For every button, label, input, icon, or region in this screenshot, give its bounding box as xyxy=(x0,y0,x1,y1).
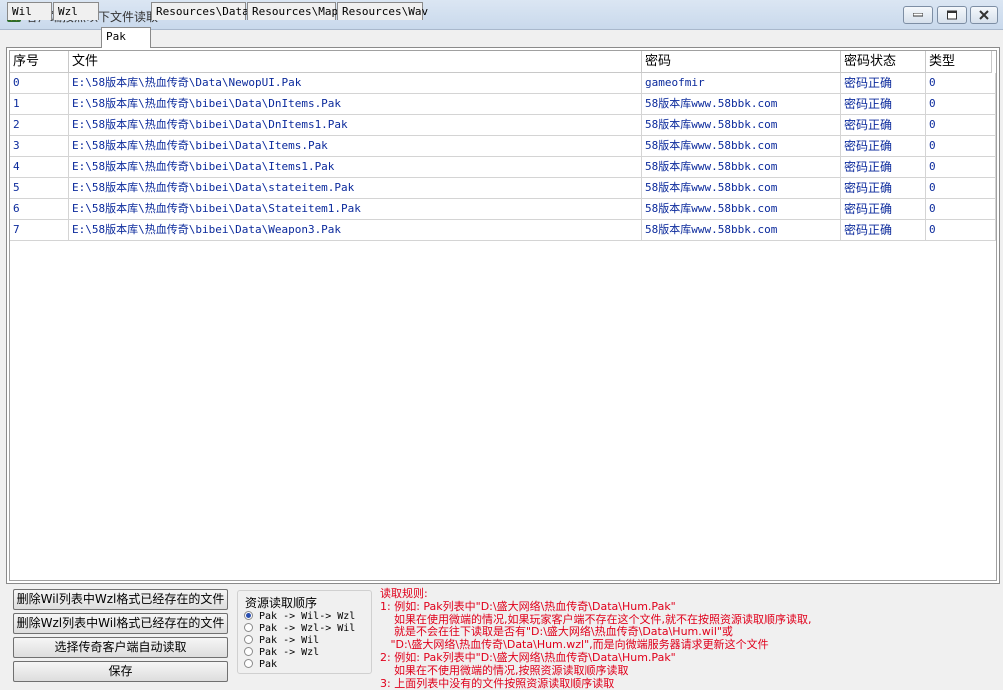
cell-type: 0 xyxy=(926,136,996,157)
cell-status: 密码正确 xyxy=(841,73,926,94)
read-order-title: 资源读取顺序 xyxy=(243,594,320,611)
radio-label: Pak -> Wzl-> Wil xyxy=(259,623,356,634)
tab-wil[interactable]: Wil xyxy=(7,2,52,20)
column-header-index[interactable]: 序号 xyxy=(10,51,69,73)
cell-file: E:\58版本库\热血传奇\Data\NewopUI.Pak xyxy=(69,73,642,94)
rule-line: 1: 例如: Pak列表中"D:\盛大网络\热血传奇\Data\Hum.Pak" xyxy=(380,599,676,613)
cell-index: 1 xyxy=(10,94,69,115)
cell-index: 0 xyxy=(10,73,69,94)
column-header-status[interactable]: 密码状态 xyxy=(841,51,926,73)
cell-file: E:\58版本库\热血传奇\bibei\Data\Items.Pak xyxy=(69,136,642,157)
column-header-password[interactable]: 密码 xyxy=(642,51,841,73)
read-order-radio[interactable]: Pak -> Wil xyxy=(244,635,319,647)
table-row[interactable]: 2 E:\58版本库\热血传奇\bibei\Data\DnItems1.Pak 58… xyxy=(10,115,996,136)
maximize-button[interactable] xyxy=(937,6,967,24)
auto-read-client-button[interactable]: 选择传奇客户端自动读取 xyxy=(13,637,228,658)
cell-index: 2 xyxy=(10,115,69,136)
cell-status: 密码正确 xyxy=(841,157,926,178)
table-row[interactable]: 4 E:\58版本库\热血传奇\bibei\Data\Items1.Pak 58版本… xyxy=(10,157,996,178)
cell-type: 0 xyxy=(926,73,996,94)
cell-index: 6 xyxy=(10,199,69,220)
read-order-radio[interactable]: Pak -> Wzl xyxy=(244,647,319,659)
cell-status: 密码正确 xyxy=(841,220,926,241)
cell-type: 0 xyxy=(926,178,996,199)
table-row[interactable]: 5 E:\58版本库\热血传奇\bibei\Data\stateitem.Pak 5… xyxy=(10,178,996,199)
radio-button-icon[interactable] xyxy=(244,635,253,644)
cell-type: 0 xyxy=(926,199,996,220)
radio-button-icon[interactable] xyxy=(244,659,253,668)
cell-file: E:\58版本库\热血传奇\bibei\Data\DnItems.Pak xyxy=(69,94,642,115)
cell-type: 0 xyxy=(926,94,996,115)
cell-status: 密码正确 xyxy=(841,115,926,136)
cell-password: 58版本库www.58bbk.com xyxy=(642,136,841,157)
tab-panel: 序号 文件 密码 密码状态 类型 0 E:\58版本库\热血传奇\Data\New… xyxy=(6,47,1000,584)
cell-status: 密码正确 xyxy=(841,136,926,157)
rule-line: 如果在不使用微端的情况,按照资源读取顺序读取 xyxy=(380,663,629,677)
cell-password: 58版本库www.58bbk.com xyxy=(642,94,841,115)
tab-pak[interactable]: Pak xyxy=(101,27,151,48)
save-button[interactable]: 保存 xyxy=(13,661,228,682)
cell-index: 5 xyxy=(10,178,69,199)
read-order-radio[interactable]: Pak xyxy=(244,659,277,671)
table-row[interactable]: 3 E:\58版本库\热血传奇\bibei\Data\Items.Pak 58版本库… xyxy=(10,136,996,157)
radio-label: Pak -> Wzl xyxy=(259,647,320,658)
table-row[interactable]: 6 E:\58版本库\热血传奇\bibei\Data\Stateitem1.Pak… xyxy=(10,199,996,220)
cell-file: E:\58版本库\热血传奇\bibei\Data\Weapon3.Pak xyxy=(69,220,642,241)
delete-wil-in-wzl-button[interactable]: 删除Wzl列表中Wil格式已经存在的文件 xyxy=(13,613,228,634)
cell-password: 58版本库www.58bbk.com xyxy=(642,178,841,199)
cell-index: 4 xyxy=(10,157,69,178)
cell-type: 0 xyxy=(926,220,996,241)
cell-file: E:\58版本库\热血传奇\bibei\Data\Items1.Pak xyxy=(69,157,642,178)
tab-resources-wav[interactable]: Resources\Wav xyxy=(337,2,428,20)
minimize-icon xyxy=(913,13,923,17)
minimize-button[interactable] xyxy=(903,6,933,24)
radio-button-icon[interactable] xyxy=(244,611,253,620)
table-row[interactable]: 0 E:\58版本库\热血传奇\Data\NewopUI.Pak gameofmir… xyxy=(10,73,996,94)
radio-label: Pak -> Wil-> Wzl xyxy=(259,611,356,622)
tab-resources-data[interactable]: Resources\Data xyxy=(151,2,249,20)
rule-line: 2: 例如: Pak列表中"D:\盛大网络\热血传奇\Data\Hum.Pak" xyxy=(380,650,676,664)
radio-button-icon[interactable] xyxy=(244,647,253,656)
maximize-icon xyxy=(947,10,957,20)
tab-wzl[interactable]: Wzl xyxy=(53,2,99,20)
read-order-radio[interactable]: Pak -> Wzl-> Wil xyxy=(244,623,355,635)
rule-line: 读取规则: xyxy=(380,587,428,600)
cell-password: 58版本库www.58bbk.com xyxy=(642,157,841,178)
file-list[interactable]: 序号 文件 密码 密码状态 类型 0 E:\58版本库\热血传奇\Data\New… xyxy=(9,50,997,581)
cell-type: 0 xyxy=(926,115,996,136)
cell-index: 7 xyxy=(10,220,69,241)
close-icon xyxy=(979,10,989,20)
cell-status: 密码正确 xyxy=(841,94,926,115)
cell-password: 58版本库www.58bbk.com xyxy=(642,220,841,241)
cell-password: 58版本库www.58bbk.com xyxy=(642,199,841,220)
tab-resources-map[interactable]: Resources\Map xyxy=(247,2,338,20)
cell-file: E:\58版本库\热血传奇\bibei\Data\DnItems1.Pak xyxy=(69,115,642,136)
table-row[interactable]: 1 E:\58版本库\热血传奇\bibei\Data\DnItems.Pak 58版… xyxy=(10,94,996,115)
cell-password: 58版本库www.58bbk.com xyxy=(642,115,841,136)
delete-wzl-in-wil-button[interactable]: 删除Wil列表中Wzl格式已经存在的文件 xyxy=(13,589,228,610)
cell-type: 0 xyxy=(926,157,996,178)
cell-status: 密码正确 xyxy=(841,178,926,199)
cell-password: gameofmir xyxy=(642,73,841,94)
column-header-type[interactable]: 类型 xyxy=(926,51,992,73)
radio-label: Pak -> Wil xyxy=(259,635,320,646)
cell-file: E:\58版本库\热血传奇\bibei\Data\Stateitem1.Pak xyxy=(69,199,642,220)
read-order-radio[interactable]: Pak -> Wil-> Wzl xyxy=(244,611,355,623)
column-header-file[interactable]: 文件 xyxy=(69,51,642,73)
read-rules-text: 读取规则: 1: 例如: Pak列表中"D:\盛大网络\热血传奇\Data\Hum… xyxy=(380,587,811,690)
cell-index: 3 xyxy=(10,136,69,157)
cell-file: E:\58版本库\热血传奇\bibei\Data\stateitem.Pak xyxy=(69,178,642,199)
radio-label: Pak xyxy=(259,659,278,670)
radio-button-icon[interactable] xyxy=(244,623,253,632)
close-button[interactable] xyxy=(970,6,998,24)
rule-line: 3: 上面列表中没有的文件按照资源读取顺序读取 xyxy=(380,676,615,690)
table-row[interactable]: 7 E:\58版本库\热血传奇\bibei\Data\Weapon3.Pak 58版… xyxy=(10,220,996,241)
cell-status: 密码正确 xyxy=(841,199,926,220)
